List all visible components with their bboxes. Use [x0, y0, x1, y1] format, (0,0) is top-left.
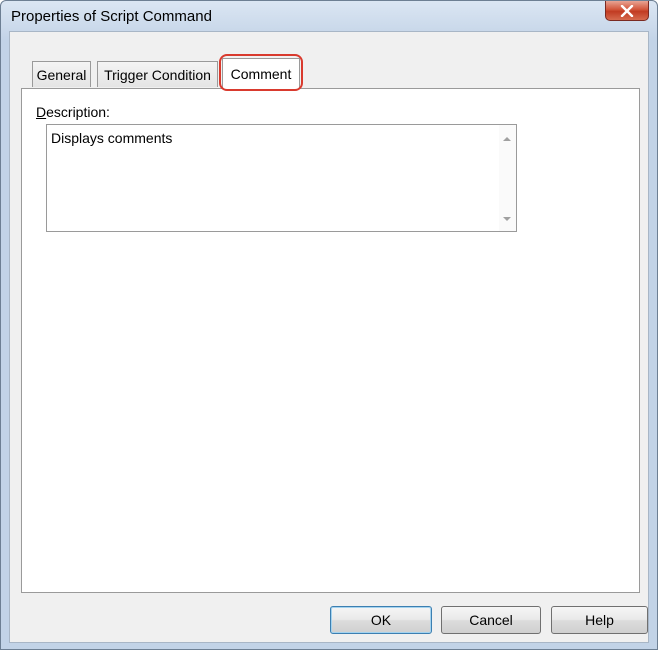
ok-button[interactable]: OK: [330, 606, 432, 634]
tab-trigger-condition[interactable]: Trigger Condition: [97, 61, 218, 87]
description-textarea[interactable]: Displays comments: [46, 124, 517, 232]
description-scrollbar[interactable]: [499, 125, 516, 231]
tab-general-label: General: [36, 66, 87, 83]
help-button-label: Help: [585, 612, 614, 628]
ok-button-label: OK: [370, 612, 392, 628]
help-button[interactable]: Help: [551, 606, 648, 634]
description-label-text: escription:: [46, 104, 110, 120]
cancel-button[interactable]: Cancel: [441, 606, 541, 634]
close-icon: [620, 4, 634, 17]
close-button[interactable]: [605, 1, 649, 21]
tab-comment[interactable]: Comment: [222, 58, 300, 89]
tab-comment-label: Comment: [230, 66, 292, 82]
scroll-up-arrow-icon[interactable]: [503, 137, 511, 141]
tab-general[interactable]: General: [32, 61, 91, 87]
scroll-down-arrow-icon[interactable]: [503, 217, 511, 221]
cancel-button-label: Cancel: [469, 612, 513, 628]
description-value: Displays comments: [51, 130, 173, 146]
window-title: Properties of Script Command: [11, 8, 212, 25]
description-label-mnemonic: D: [36, 104, 47, 120]
tab-trigger-condition-label: Trigger Condition: [104, 66, 211, 83]
description-label: Description:: [36, 104, 110, 120]
